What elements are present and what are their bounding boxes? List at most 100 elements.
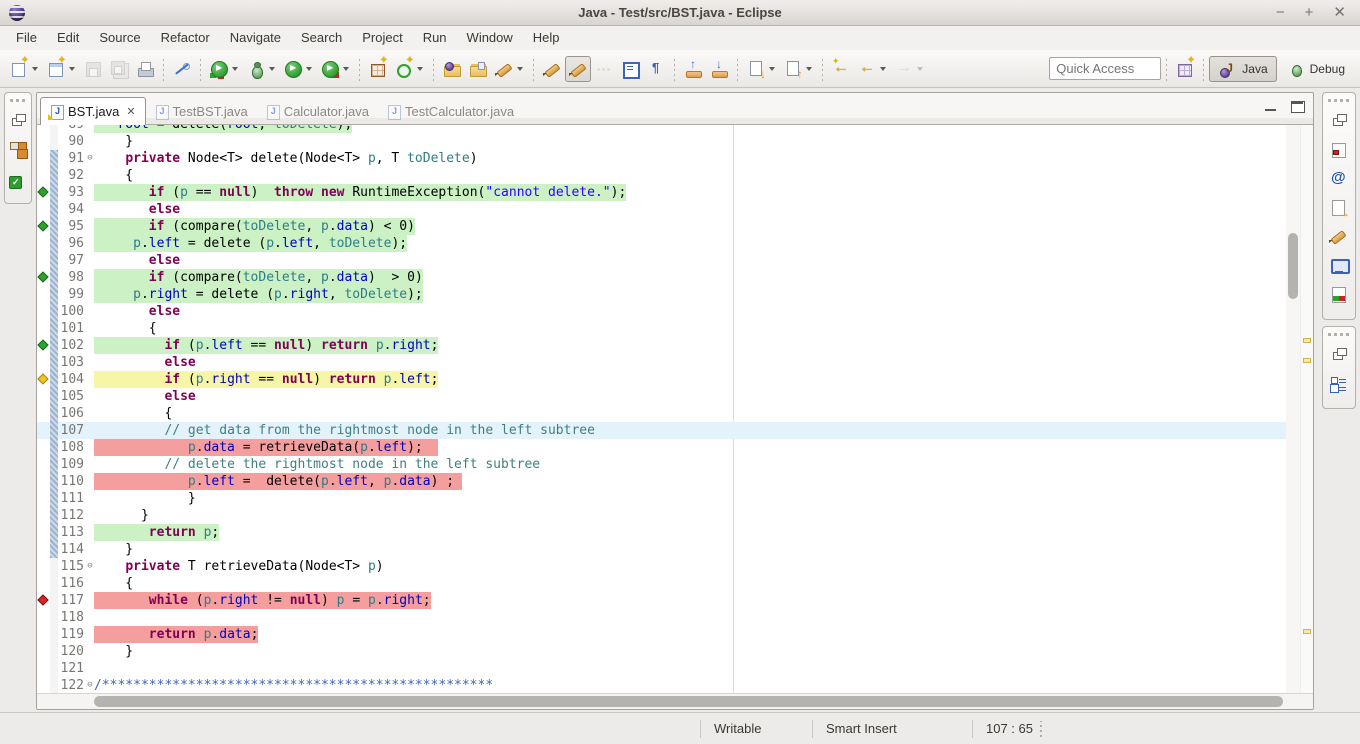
code-line[interactable]: 120 } <box>37 643 1286 660</box>
code-line[interactable]: 102 if (p.left == null) return p.right; <box>37 337 1286 354</box>
rail-grip[interactable] <box>10 97 26 103</box>
javadoc-view-icon[interactable] <box>1328 168 1350 190</box>
dropdown-chevron-icon[interactable] <box>806 67 812 71</box>
marker-gutter[interactable] <box>37 167 50 184</box>
window-restore-icon[interactable] <box>1328 344 1350 366</box>
marker-gutter[interactable] <box>37 643 50 660</box>
toolbar-open-task-button[interactable] <box>439 56 465 82</box>
annotations-view-icon[interactable] <box>1328 226 1350 248</box>
marker-gutter[interactable] <box>37 354 50 371</box>
vertical-scrollbar-thumb[interactable] <box>1288 233 1298 299</box>
toolbar-back-button[interactable] <box>854 56 891 82</box>
marker-gutter[interactable] <box>37 660 50 677</box>
marker-gutter[interactable] <box>37 609 50 626</box>
dropdown-chevron-icon[interactable] <box>69 67 75 71</box>
fold-collapse-icon[interactable]: ⊖ <box>86 150 94 167</box>
menu-navigate[interactable]: Navigate <box>220 26 291 50</box>
minimize-window-icon[interactable]: − <box>1276 0 1285 26</box>
editor-tab-calculator-java[interactable]: Calculator.java <box>257 98 378 124</box>
editor-tab-testbst-java[interactable]: TestBST.java <box>146 98 257 124</box>
code-line[interactable]: 96 p.left = delete (p.left, toDelete); <box>37 235 1286 252</box>
dropdown-chevron-icon[interactable] <box>917 67 923 71</box>
marker-gutter[interactable] <box>37 473 50 490</box>
toolbar-skip-breakpoints-button[interactable] <box>169 56 195 82</box>
marker-gutter[interactable] <box>37 286 50 303</box>
overview-ruler[interactable] <box>1300 125 1313 693</box>
maximize-window-icon[interactable]: + <box>1305 0 1314 26</box>
code-line[interactable]: 113 return p; <box>37 524 1286 541</box>
code-line[interactable]: 110 p.left = delete(p.left, p.data) ; <box>37 473 1286 490</box>
code-line[interactable]: 111 } <box>37 490 1286 507</box>
dropdown-chevron-icon[interactable] <box>343 67 349 71</box>
code-line[interactable]: 91⊖ private Node<T> delete(Node<T> p, T … <box>37 150 1286 167</box>
perspective-java-button[interactable]: Java <box>1209 56 1276 82</box>
marker-gutter[interactable] <box>37 626 50 643</box>
toolbar-new-menu-button[interactable] <box>43 56 80 82</box>
marker-gutter[interactable] <box>37 150 50 167</box>
marker-gutter[interactable] <box>37 405 50 422</box>
toolbar-run-last-button[interactable] <box>317 56 354 82</box>
dropdown-chevron-icon[interactable] <box>232 67 238 71</box>
toolbar-doc-up-button[interactable] <box>780 56 817 82</box>
menu-help[interactable]: Help <box>523 26 570 50</box>
overview-annotation-mark[interactable] <box>1303 358 1311 363</box>
marker-gutter[interactable] <box>37 252 50 269</box>
quick-access-input[interactable] <box>1049 57 1161 80</box>
rail-grip[interactable] <box>1328 97 1350 103</box>
toolbar-open-resource-button[interactable] <box>465 56 491 82</box>
toolbar-pen-g-button[interactable] <box>539 56 565 82</box>
code-line[interactable]: 117 while (p.right != null) p = p.right; <box>37 592 1286 609</box>
code-line[interactable]: 93 if (p == null) throw new RuntimeExcep… <box>37 184 1286 201</box>
type-hierarchy-view-icon[interactable] <box>7 139 29 161</box>
code-viewport[interactable]: 89 root = delete(root, toDelete);90 }91⊖… <box>37 125 1286 693</box>
marker-gutter[interactable] <box>37 125 50 133</box>
toolbar-new-wizard-button[interactable] <box>6 56 43 82</box>
marker-gutter[interactable] <box>37 422 50 439</box>
toolbar-last-edit-button[interactable] <box>828 56 854 82</box>
close-tab-icon[interactable]: ✕ <box>126 105 135 118</box>
code-line[interactable]: 114 } <box>37 541 1286 558</box>
code-line[interactable]: 92 { <box>37 167 1286 184</box>
coverage-marker[interactable] <box>37 269 50 286</box>
toolbar-open-perspective-button[interactable] <box>1172 56 1198 82</box>
horizontal-scrollbar-thumb[interactable] <box>94 696 1283 707</box>
code-line[interactable]: 118 <box>37 609 1286 626</box>
declaration-view-icon[interactable] <box>1328 197 1350 219</box>
marker-gutter[interactable] <box>37 133 50 150</box>
marker-gutter[interactable] <box>37 524 50 541</box>
marker-gutter[interactable] <box>37 541 50 558</box>
toolbar-pen-button[interactable] <box>491 56 528 82</box>
marker-gutter[interactable] <box>37 677 50 693</box>
code-line[interactable]: 97 else <box>37 252 1286 269</box>
marker-gutter[interactable] <box>37 235 50 252</box>
status-bar-grip[interactable] <box>1040 721 1042 737</box>
code-line[interactable]: 100 else <box>37 303 1286 320</box>
menu-project[interactable]: Project <box>352 26 412 50</box>
code-line[interactable]: 103 else <box>37 354 1286 371</box>
code-line[interactable]: 99 p.right = delete (p.right, toDelete); <box>37 286 1286 303</box>
maximize-editor-icon[interactable] <box>1289 99 1305 113</box>
toolbar-print-button[interactable] <box>132 56 158 82</box>
window-restore-icon[interactable] <box>1328 110 1350 132</box>
fold-collapse-icon[interactable]: ⊖ <box>86 558 94 575</box>
code-line[interactable]: 121 <box>37 660 1286 677</box>
dropdown-chevron-icon[interactable] <box>517 67 523 71</box>
menu-run[interactable]: Run <box>413 26 457 50</box>
marker-gutter[interactable] <box>37 558 50 575</box>
toolbar-mark-occurrences-button[interactable] <box>565 56 591 82</box>
code-line[interactable]: 98 if (compare(toDelete, p.data) > 0) <box>37 269 1286 286</box>
minimize-editor-icon[interactable] <box>1263 99 1279 113</box>
code-line[interactable]: 119 return p.data; <box>37 626 1286 643</box>
code-line[interactable]: 109 // delete the rightmost node in the … <box>37 456 1286 473</box>
coverage-marker[interactable] <box>37 337 50 354</box>
perspective-debug-button[interactable]: Debug <box>1277 56 1354 82</box>
vertical-scrollbar[interactable] <box>1286 125 1300 693</box>
toolbar-show-whitespace-button[interactable] <box>643 56 669 82</box>
dropdown-chevron-icon[interactable] <box>32 67 38 71</box>
editor-tab-bst-java[interactable]: BST.java✕ <box>40 97 146 125</box>
console-view-icon[interactable] <box>1328 255 1350 277</box>
code-line[interactable]: 108 p.data = retrieveData(p.left); <box>37 439 1286 456</box>
coverage-marker[interactable] <box>37 371 50 388</box>
toolbar-new-java-project-button[interactable] <box>365 56 391 82</box>
dropdown-chevron-icon[interactable] <box>769 67 775 71</box>
